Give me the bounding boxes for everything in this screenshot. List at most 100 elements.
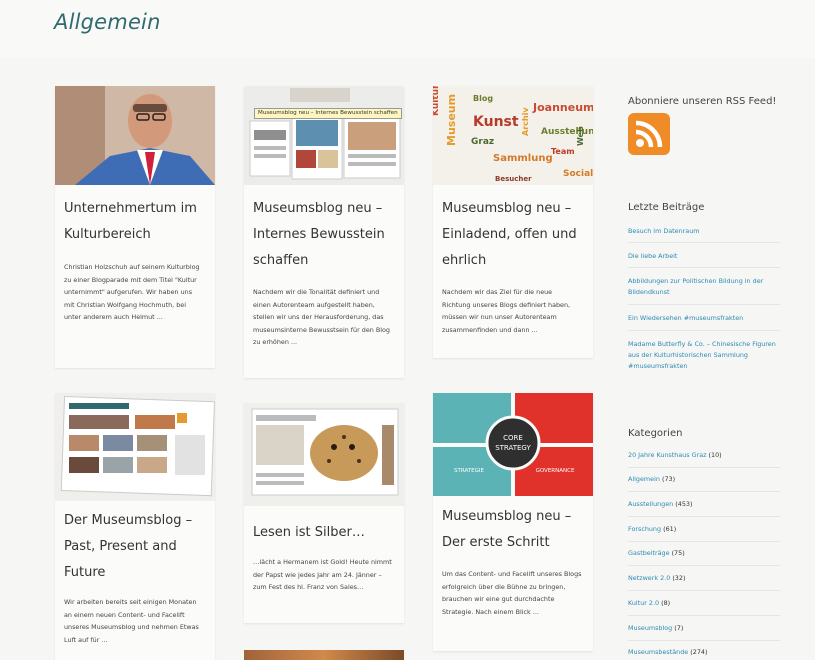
svg-text:Team: Team — [551, 147, 575, 156]
core-label: CORE — [503, 434, 523, 442]
category-count: (61) — [663, 525, 677, 533]
categories-title: Kategorien — [628, 428, 683, 439]
divider — [628, 491, 780, 492]
svg-text:Kultur: Kultur — [433, 86, 441, 116]
post-thumbnail[interactable]: CORE STRATEGY STRATEGIE GOVERNANCE — [433, 393, 593, 496]
post-excerpt: Um das Content- und Facelift unseres Blo… — [442, 570, 582, 616]
post-excerpt: Wir arbeiten bereits seit einigen Monate… — [64, 598, 199, 644]
category-name[interactable]: Allgemein — [628, 475, 660, 483]
post-thumbnail[interactable] — [244, 403, 404, 506]
page-title: Allgemein — [54, 10, 161, 34]
post-thumbnail[interactable] — [55, 393, 215, 501]
category-link[interactable]: Allgemein (73) — [628, 475, 675, 483]
post-title[interactable]: Unternehmertum im Kulturbereich — [64, 196, 204, 248]
post-thumbnail[interactable]: Museumsblog neu – Internes Bewusstein sc… — [244, 86, 404, 185]
right-segment-label: GOVERNANCE — [536, 468, 575, 474]
recent-post-link[interactable]: Ein Wiedersehen #museumsfrakten — [628, 313, 778, 324]
category-count: (73) — [661, 475, 676, 483]
post-title[interactable]: Museumsblog neu – Der erste Schritt — [442, 504, 587, 556]
word-cloud-image: Kultur Museum Blog Kunst Graz Sammlung B… — [433, 86, 593, 185]
divider — [628, 541, 780, 542]
svg-text:Social: Social — [563, 169, 593, 179]
post-thumbnail-partial[interactable] — [244, 650, 404, 660]
category-name[interactable]: Netzwerk 2.0 — [628, 574, 670, 582]
category-count: (453) — [675, 500, 693, 508]
category-count: (10) — [708, 451, 722, 459]
svg-text:Ausstellung: Ausstellung — [541, 127, 593, 137]
post-card[interactable]: Lesen ist Silber… …lächt a Hermanem ist … — [244, 403, 404, 623]
svg-text:Museum: Museum — [445, 94, 458, 146]
website-image — [55, 393, 215, 501]
recent-post-link[interactable]: Die liebe Arbeit — [628, 251, 778, 262]
category-count: (7) — [674, 624, 684, 632]
rss-icon[interactable] — [628, 113, 670, 155]
post-excerpt: …lächt a Hermanem ist Gold! Heute nimmt … — [253, 558, 392, 591]
post-card[interactable]: CORE STRATEGY STRATEGIE GOVERNANCE Museu… — [433, 393, 593, 651]
post-title[interactable]: Lesen ist Silber… — [253, 520, 398, 546]
category-count: (8) — [661, 599, 671, 607]
divider — [628, 615, 780, 616]
svg-text:Graz: Graz — [471, 137, 494, 147]
divider — [628, 304, 780, 305]
divider — [628, 267, 780, 268]
recent-post-link[interactable]: Madame Butterfly & Co. – Chinesische Fig… — [628, 339, 778, 372]
recent-post-link[interactable]: Abbildungen zur Politischen Bildung in d… — [628, 276, 778, 298]
svg-text:Joanneum: Joanneum — [532, 101, 593, 114]
recent-post-link[interactable]: Besuch im Datenraum — [628, 226, 778, 237]
post-card[interactable]: Der Museumsblog – Past, Present and Futu… — [55, 393, 215, 660]
strategy-label: STRATEGY — [495, 444, 531, 452]
post-excerpt: Nachdem wir die Tonalität definiert und … — [253, 288, 390, 346]
divider — [628, 242, 780, 243]
svg-text:Sammlung: Sammlung — [493, 153, 553, 164]
category-count: (32) — [672, 574, 686, 582]
svg-text:Kunst: Kunst — [473, 114, 519, 130]
post-thumbnail[interactable] — [55, 86, 215, 185]
divider — [628, 640, 780, 641]
post-card[interactable]: Museumsblog neu – Internes Bewusstein sc… — [244, 86, 404, 378]
header: Allgemein — [0, 0, 815, 58]
recent-posts-title: Letzte Beiträge — [628, 202, 705, 213]
core-strategy-image: CORE STRATEGY STRATEGIE GOVERNANCE — [433, 393, 593, 496]
category-link[interactable]: Gastbeiträge (75) — [628, 549, 685, 557]
post-excerpt: Christian Holzschuh auf seinem Kulturblo… — [64, 263, 200, 321]
post-title[interactable]: Museumsblog neu – Internes Bewusstein sc… — [253, 196, 398, 274]
divider — [628, 330, 780, 331]
category-link[interactable]: 20 Jahre Kunsthaus Graz (10) — [628, 451, 722, 459]
post-title[interactable]: Museumsblog neu – Einladend, offen und e… — [442, 196, 587, 274]
category-link[interactable]: Museumsblog (7) — [628, 624, 683, 632]
svg-text:Archiv: Archiv — [521, 107, 530, 136]
category-count: (274) — [690, 648, 708, 656]
svg-text:Blog: Blog — [473, 94, 493, 103]
rss-feed-icon — [635, 120, 663, 148]
svg-text:Web: Web — [576, 126, 585, 146]
category-link[interactable]: Forschung (61) — [628, 525, 676, 533]
category-name[interactable]: Forschung — [628, 525, 661, 533]
category-count: (75) — [671, 549, 685, 557]
category-link[interactable]: Netzwerk 2.0 (32) — [628, 574, 685, 582]
category-name[interactable]: Ausstellungen — [628, 500, 673, 508]
svg-text:Besucher: Besucher — [495, 175, 532, 183]
category-link[interactable]: Museumsbestände (274) — [628, 648, 707, 656]
divider — [628, 565, 780, 566]
left-segment-label: STRATEGIE — [454, 468, 485, 474]
category-name[interactable]: Kultur 2.0 — [628, 599, 659, 607]
divider — [628, 590, 780, 591]
category-name[interactable]: Gastbeiträge — [628, 549, 670, 557]
cheetah-image — [244, 403, 404, 506]
category-name[interactable]: Museumsblog — [628, 624, 672, 632]
rss-widget-title: Abonniere unseren RSS Feed! — [628, 96, 777, 107]
blog-screens-image — [244, 86, 404, 185]
post-excerpt: Nachdem wir das Ziel für die neue Richtu… — [442, 288, 571, 334]
tooltip: Museumsblog neu – Internes Bewusstein sc… — [254, 108, 402, 119]
post-thumbnail[interactable]: Kultur Museum Blog Kunst Graz Sammlung B… — [433, 86, 593, 185]
post-card[interactable]: Kultur Museum Blog Kunst Graz Sammlung B… — [433, 86, 593, 358]
category-name[interactable]: 20 Jahre Kunsthaus Graz — [628, 451, 707, 459]
category-name[interactable]: Museumsbestände — [628, 648, 688, 656]
divider — [628, 467, 780, 468]
post-title[interactable]: Der Museumsblog – Past, Present and Futu… — [64, 508, 204, 586]
category-link[interactable]: Kultur 2.0 (8) — [628, 599, 670, 607]
post-card[interactable]: Unternehmertum im Kulturbereich Christia… — [55, 86, 215, 368]
portrait-image — [55, 86, 215, 185]
divider — [628, 516, 780, 517]
category-link[interactable]: Ausstellungen (453) — [628, 500, 692, 508]
